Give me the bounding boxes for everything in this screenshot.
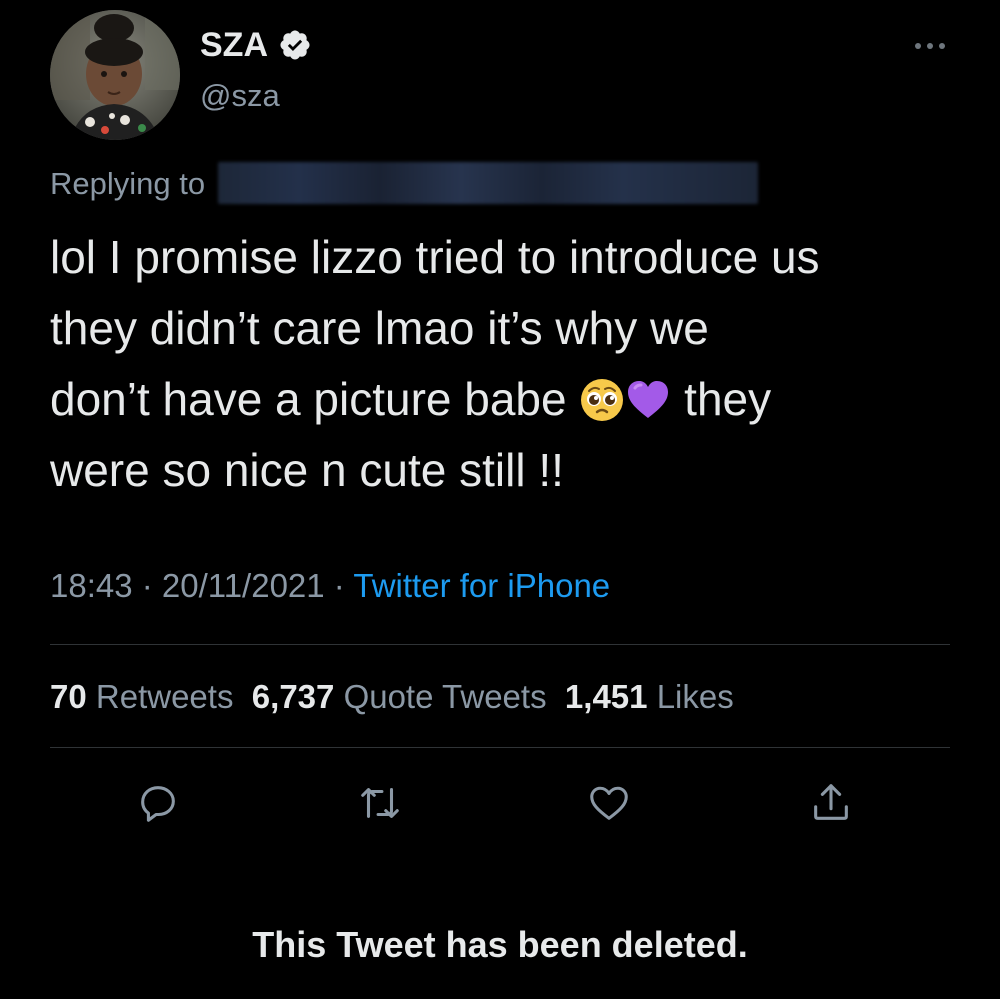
- reply-icon[interactable]: [135, 780, 181, 826]
- likes-label: Likes: [656, 678, 734, 715]
- likes-count: 1,451: [564, 678, 648, 715]
- retweets-stat[interactable]: 70 Retweets: [50, 678, 233, 715]
- tweet-text-segment: don’t have a picture babe: [50, 373, 567, 425]
- likes-stat[interactable]: 1,451 Likes: [565, 678, 734, 715]
- tweet-time[interactable]: 18:43: [50, 567, 133, 604]
- quote-tweets-stat[interactable]: 6,737 Quote Tweets: [252, 678, 547, 715]
- verified-badge-icon: [278, 28, 312, 62]
- tweet-text-segment: they: [684, 373, 772, 425]
- tweet-text-line: lol I promise lizzo tried to introduce u…: [50, 231, 820, 283]
- tweet-text-line: they didn’t care lmao it’s why we: [50, 302, 709, 354]
- tweet-text-line: don’t have a picture babe they: [50, 364, 950, 435]
- retweets-count: 70: [50, 678, 87, 715]
- retweets-label: Retweets: [95, 678, 234, 715]
- like-icon[interactable]: [586, 780, 632, 826]
- quote-tweets-label: Quote Tweets: [343, 678, 547, 715]
- retweet-icon[interactable]: [357, 780, 403, 826]
- meta-separator: ·: [324, 567, 354, 604]
- tweet-deleted-notice: This Tweet has been deleted.: [252, 924, 748, 965]
- more-options-icon[interactable]: [910, 36, 950, 56]
- meta-separator: ·: [132, 567, 162, 604]
- purple-heart-emoji: [625, 372, 671, 418]
- author-display-name[interactable]: SZA: [200, 28, 268, 62]
- tweet-meta: 18:43 · 20/11/2021 · Twitter for iPhone: [50, 565, 610, 607]
- replying-to-label: Replying to: [50, 165, 214, 201]
- tweet-source-link[interactable]: Twitter for iPhone: [353, 567, 610, 604]
- replying-to-row: Replying to: [50, 162, 758, 204]
- tweet-date[interactable]: 20/11/2021: [162, 567, 325, 604]
- quote-tweets-count: 6,737: [251, 678, 335, 715]
- author-handle[interactable]: @sza: [200, 80, 280, 111]
- pleading-face-emoji: [579, 372, 625, 421]
- tweet-text: lol I promise lizzo tried to introduce u…: [50, 222, 950, 506]
- tweet-stats: 70 Retweets 6,737 Quote Tweets 1,451 Lik…: [50, 676, 734, 718]
- divider: [50, 644, 950, 645]
- avatar-photo: [50, 10, 180, 140]
- tweet-text-line: were so nice n cute still !!: [50, 444, 564, 496]
- author-name-row[interactable]: SZA: [200, 28, 312, 62]
- share-icon[interactable]: [808, 780, 854, 826]
- divider: [50, 747, 950, 748]
- redacted-reply-target: [217, 162, 758, 204]
- avatar[interactable]: [50, 10, 180, 140]
